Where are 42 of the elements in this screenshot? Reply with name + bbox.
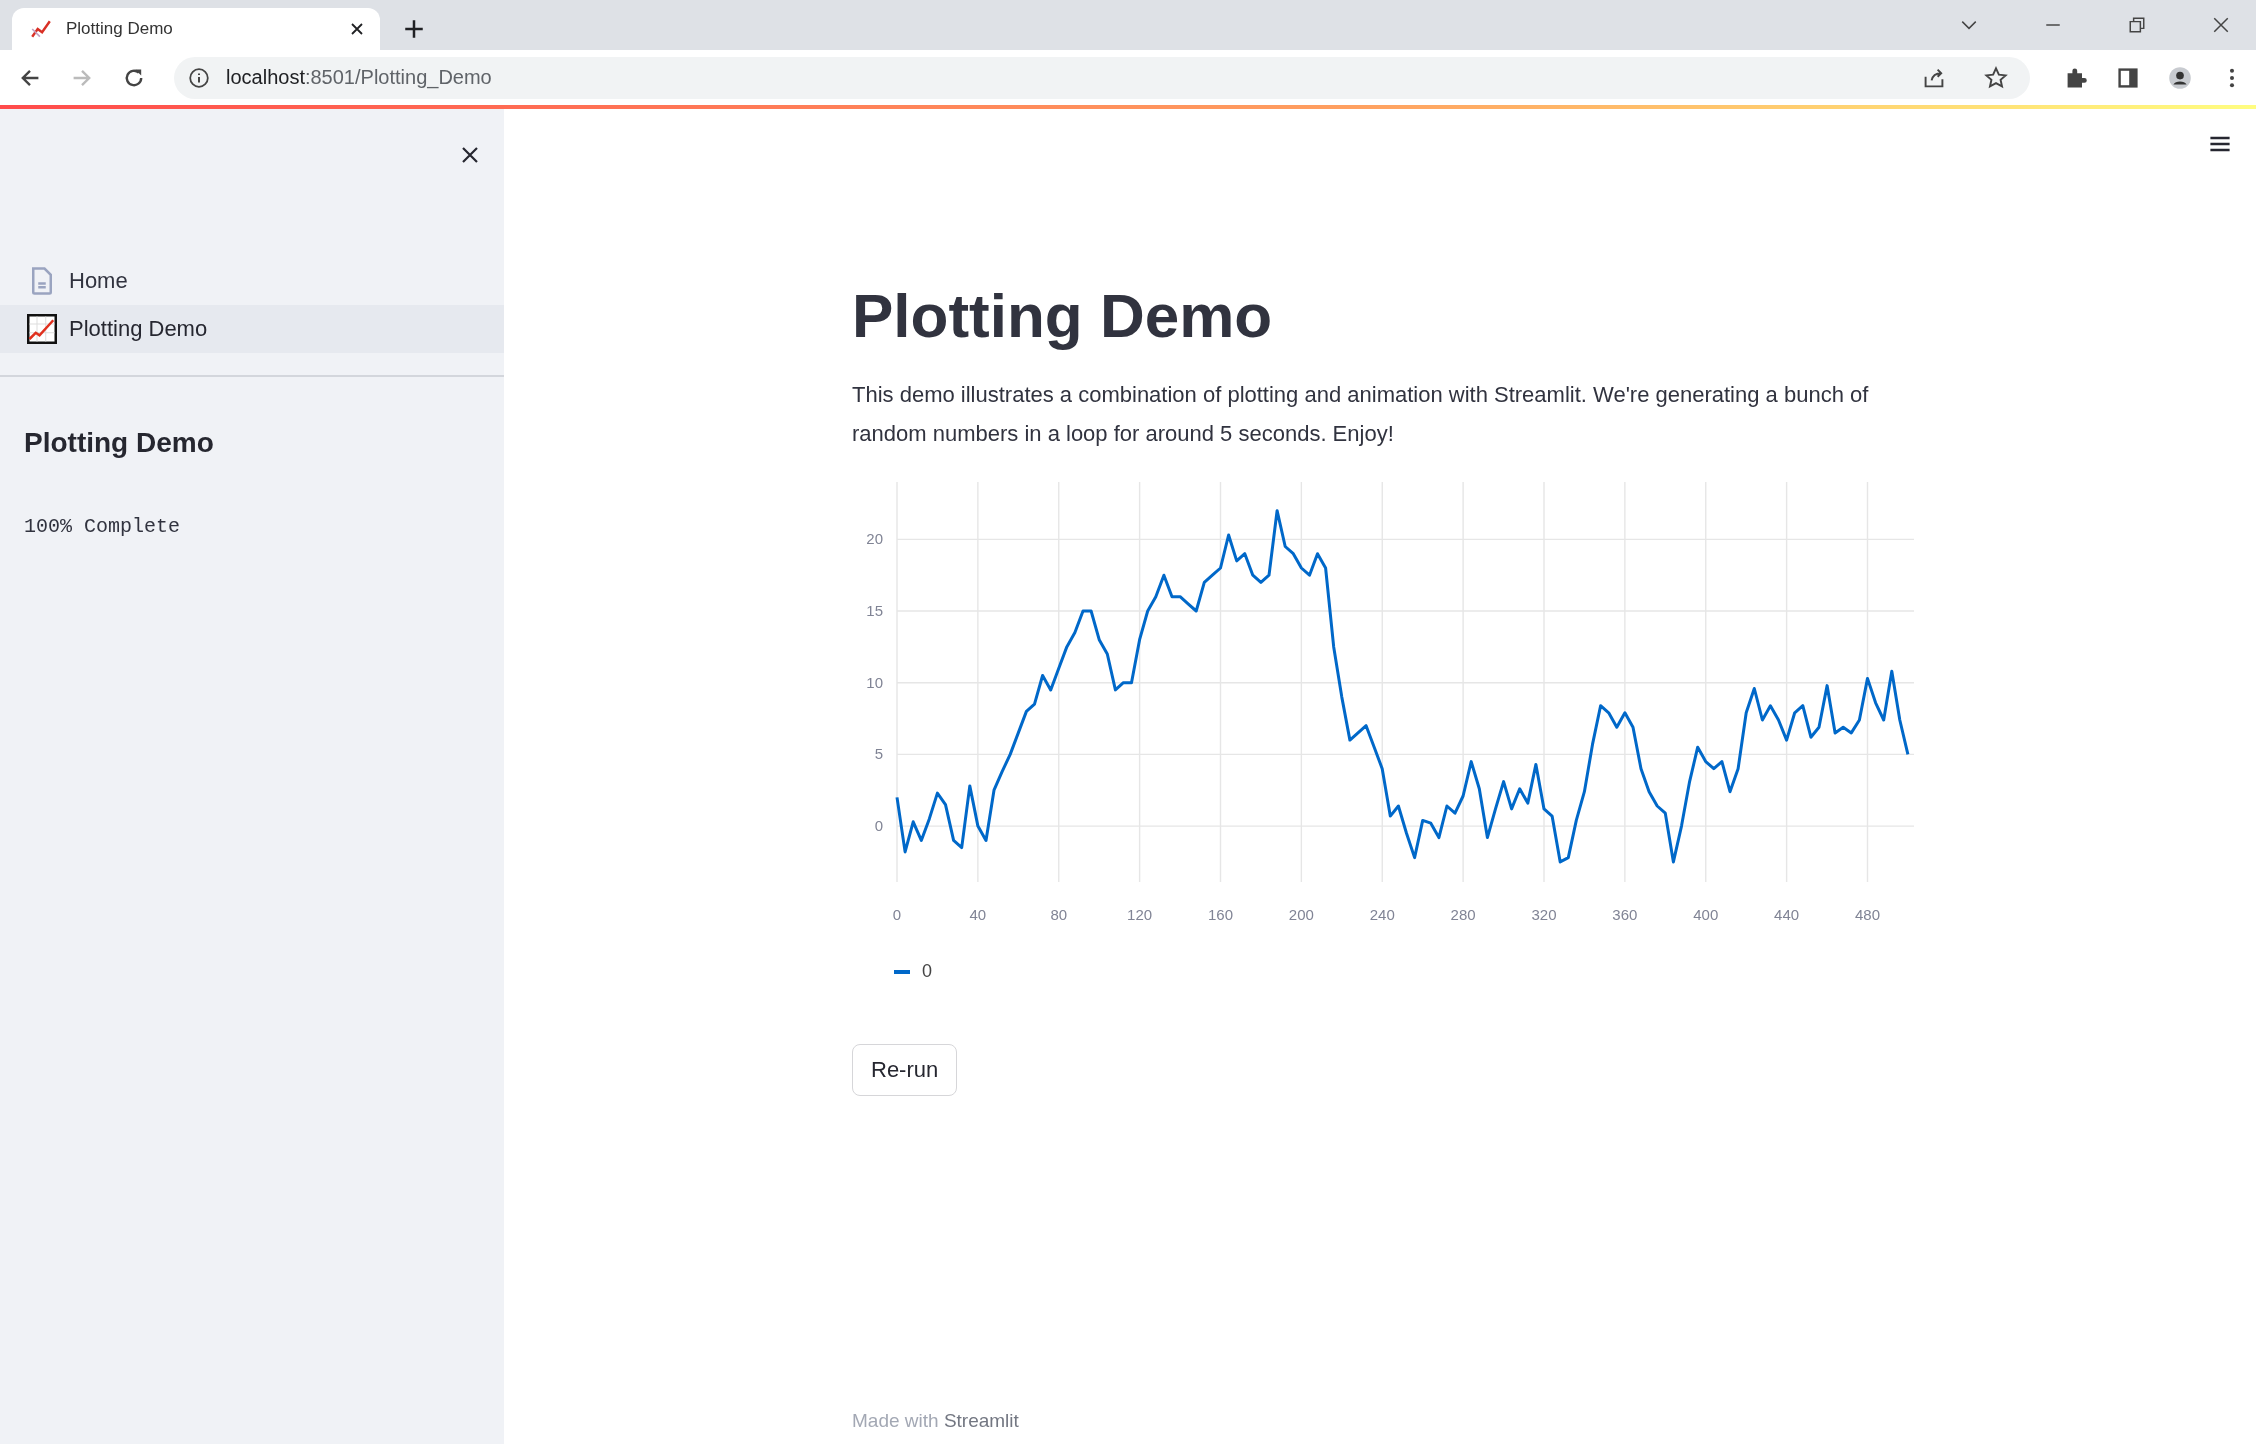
axis-tick-label: 160 xyxy=(1208,906,1233,924)
axis-tick-label: 120 xyxy=(1127,906,1153,924)
address-bar[interactable]: localhost:8501/Plotting_Demo xyxy=(174,56,2030,99)
axis-tick-label: 240 xyxy=(1369,906,1395,924)
axis-tick-label: 20 xyxy=(866,530,883,548)
axis-tick-label: 400 xyxy=(1693,906,1719,924)
close-icon[interactable] xyxy=(350,22,364,36)
star-icon[interactable] xyxy=(1984,65,2008,90)
info-icon[interactable] xyxy=(188,66,210,89)
browser-tab[interactable]: Plotting Demo xyxy=(12,8,380,50)
axis-tick-label: 15 xyxy=(866,602,883,620)
rerun-button[interactable]: Re-run xyxy=(852,1044,958,1097)
axis-tick-label: 0 xyxy=(892,906,902,924)
axis-tick-label: 320 xyxy=(1531,906,1557,924)
axis-tick-label: 5 xyxy=(874,745,883,763)
axis-tick-label: 280 xyxy=(1450,906,1476,924)
plus-icon[interactable] xyxy=(404,19,424,39)
sidebar-nav-item[interactable]: Plotting Demo xyxy=(0,305,504,353)
legend-label: 0 xyxy=(922,961,932,983)
chart-icon xyxy=(27,314,57,344)
close-icon[interactable] xyxy=(460,145,480,165)
close-icon[interactable] xyxy=(2212,16,2230,34)
axis-tick-label: 440 xyxy=(1774,906,1800,924)
sidebar-nav-item[interactable]: Home xyxy=(0,257,504,305)
footer-text: Made with Streamlit xyxy=(852,1410,1019,1431)
axis-tick-label: 80 xyxy=(1050,906,1068,924)
axis-tick-label: 40 xyxy=(969,906,987,924)
axis-tick-label: 480 xyxy=(1855,906,1880,924)
tab-title: Plotting Demo xyxy=(66,19,174,39)
chart-icon xyxy=(30,18,52,40)
axis-tick-label: 0 xyxy=(874,817,883,835)
profile-icon[interactable] xyxy=(2168,65,2192,90)
progress-text: 100% Complete xyxy=(24,515,182,538)
description-text: This demo illustrates a combination of plotting and animation with Streamlit. We're generating a bunch of random numbers in a loop for around 5 seconds. Enjoy! xyxy=(852,381,1870,449)
sidebar-heading: Plotting Demo xyxy=(24,427,215,459)
axis-tick-label: 200 xyxy=(1288,906,1314,924)
page-title: Plotting Demo xyxy=(852,280,1273,352)
side-panel-icon[interactable] xyxy=(2116,65,2140,90)
url-text: localhost:8501/Plotting_Demo xyxy=(226,66,492,89)
axis-tick-label: 360 xyxy=(1612,906,1638,924)
restore-icon[interactable] xyxy=(2128,16,2146,34)
axis-tick-label: 10 xyxy=(866,674,883,692)
